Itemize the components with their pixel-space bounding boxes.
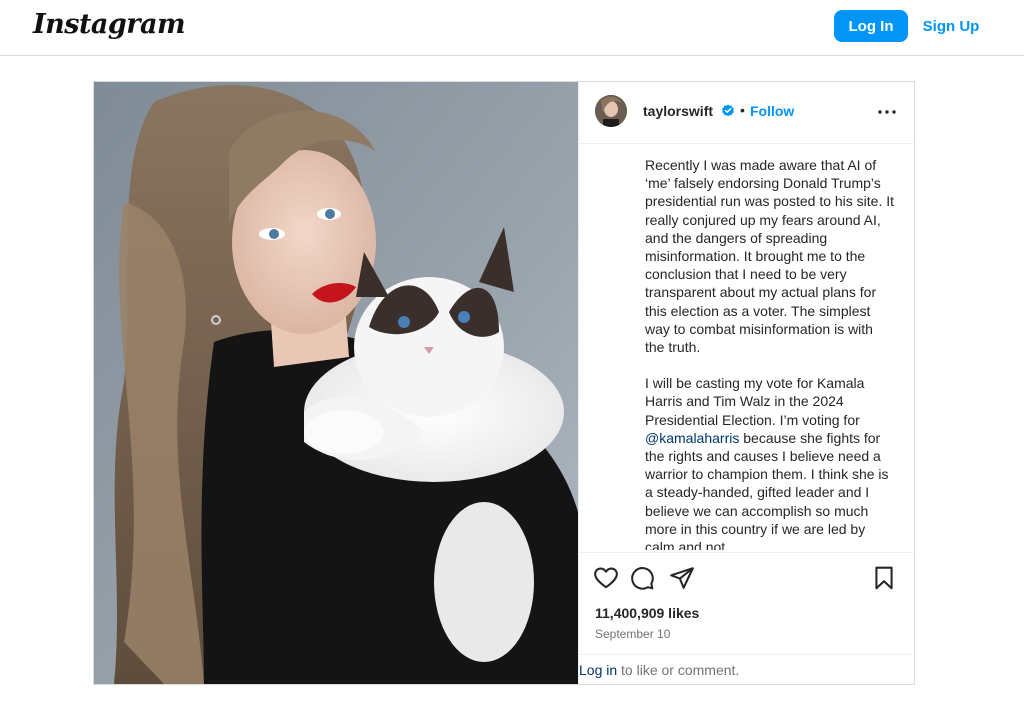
- more-options-icon[interactable]: [875, 100, 899, 124]
- signup-button[interactable]: Sign Up: [918, 10, 984, 42]
- avatar[interactable]: [595, 95, 627, 127]
- likes-count[interactable]: 11,400,909 likes: [595, 605, 699, 621]
- caption-text: I will be casting my vote for Kamala Har…: [645, 375, 865, 428]
- post-sidebar: taylorswift • Follow Recently I was made…: [578, 82, 915, 684]
- caption-paragraph: I will be casting my vote for Kamala Har…: [645, 374, 895, 550]
- post-caption: Recently I was made aware that AI of ‘me…: [645, 156, 895, 550]
- avatar-image: [595, 95, 627, 127]
- mention-link[interactable]: @kamalaharris: [645, 430, 739, 446]
- login-prompt: Log in to like or comment.: [579, 654, 915, 683]
- post-actions: 11,400,909 likes September 10 Log in to …: [579, 552, 915, 682]
- post-card: taylorswift • Follow Recently I was made…: [93, 81, 915, 685]
- share-icon[interactable]: [669, 565, 695, 591]
- top-nav-bar: Instagram Log In Sign Up: [0, 0, 1024, 56]
- verified-badge-icon: [721, 104, 735, 118]
- post-photo-illustration: [94, 82, 578, 684]
- caption-text: because she fights for the rights and ca…: [645, 429, 889, 550]
- heart-icon[interactable]: [593, 565, 619, 591]
- post-image[interactable]: [94, 82, 578, 684]
- bookmark-icon[interactable]: [871, 565, 897, 591]
- post-date[interactable]: September 10: [595, 627, 670, 641]
- follow-button[interactable]: Follow: [750, 103, 794, 119]
- separator-dot: •: [740, 102, 745, 118]
- comment-icon[interactable]: [629, 565, 655, 591]
- caption-paragraph: Recently I was made aware that AI of ‘me…: [645, 157, 895, 356]
- login-prompt-text: to like or comment.: [617, 662, 740, 678]
- post-header: taylorswift • Follow: [579, 82, 915, 144]
- post-username[interactable]: taylorswift: [643, 103, 713, 119]
- login-link[interactable]: Log in: [579, 662, 617, 678]
- login-button[interactable]: Log In: [834, 10, 908, 42]
- instagram-logo[interactable]: Instagram: [33, 9, 186, 40]
